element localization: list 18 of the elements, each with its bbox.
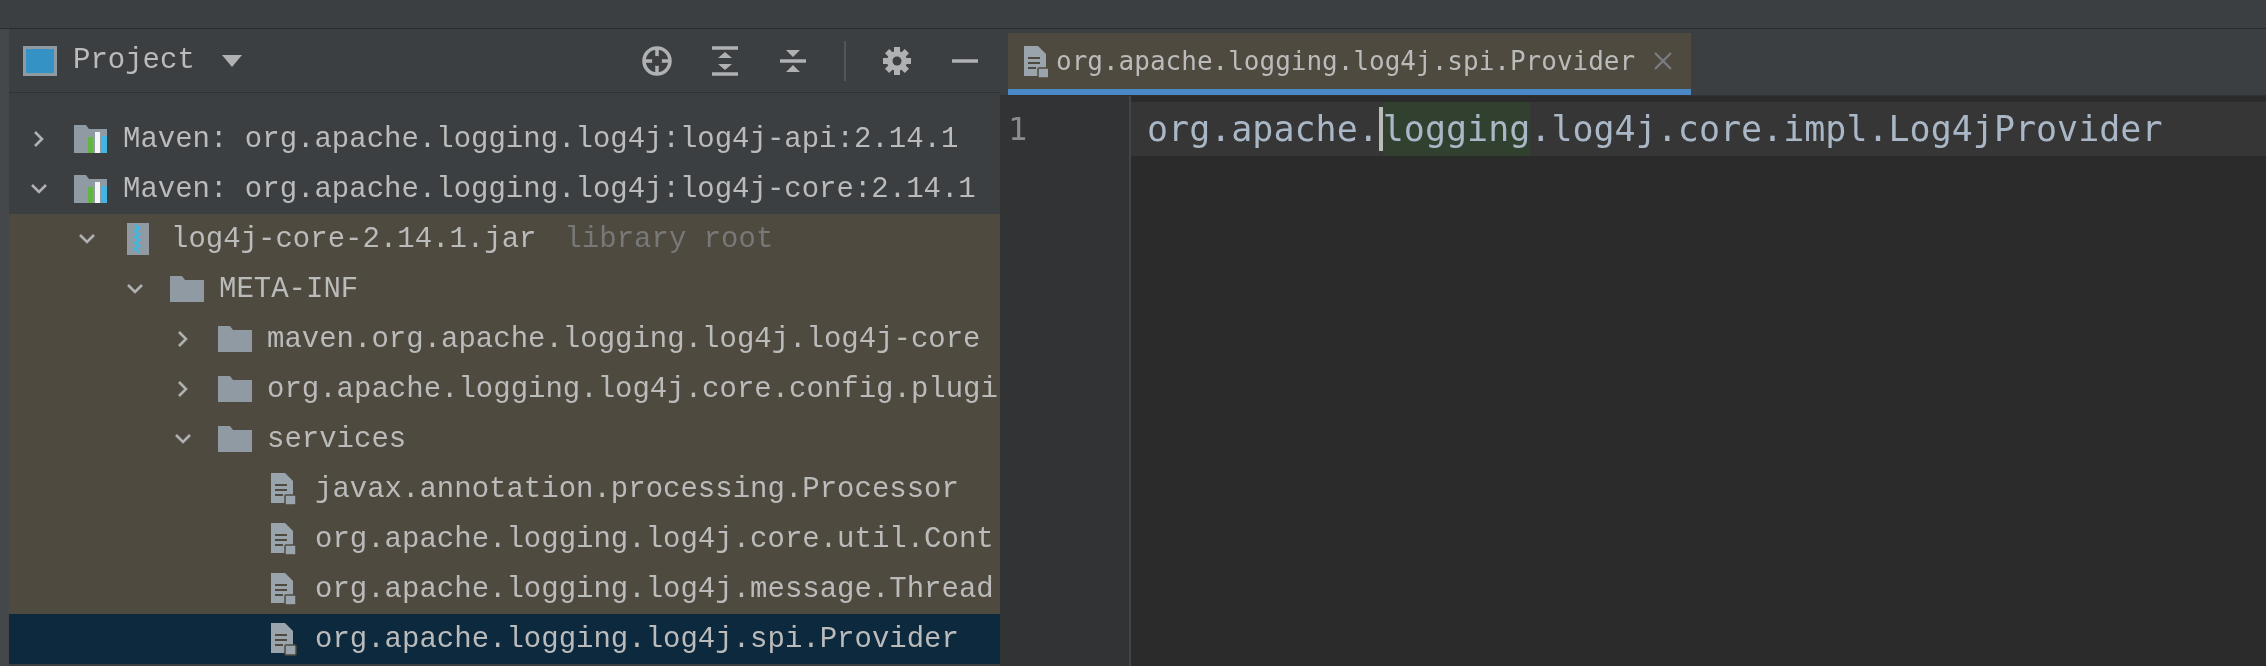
tree-item[interactable]: org.apache.logging.log4j.message.Thread <box>9 564 1000 614</box>
dropdown-caret-icon <box>220 53 243 68</box>
locate-icon[interactable] <box>640 43 674 78</box>
line-number: 1 <box>1007 109 1029 150</box>
tree-item[interactable]: log4j-core-2.14.1.jar library root <box>9 214 1000 264</box>
tree-item[interactable]: META-INF <box>9 264 1000 314</box>
tree-item[interactable]: Maven: org.apache.logging.log4j:log4j-core:2.14.1 <box>9 164 1000 214</box>
tree-item[interactable]: services <box>9 414 1000 464</box>
view-selector[interactable]: Project <box>9 44 243 77</box>
tree-item[interactable]: javax.annotation.processing.Processor <box>9 464 1000 514</box>
tree-item[interactable]: org.apache.logging.log4j.core.config.plugi <box>9 364 1000 414</box>
window-icon <box>23 45 57 76</box>
editor-tab[interactable]: org.apache.logging.log4j.spi.Provider <box>1008 33 1692 95</box>
library-root-hint: library root <box>564 222 774 256</box>
tree-item[interactable]: org.apache.logging.log4j.spi.Provider <box>9 614 1000 664</box>
tree-item[interactable]: Maven: org.apache.logging.log4j:log4j-api:2.14.1 <box>9 114 1000 164</box>
tree-item[interactable]: org.apache.logging.log4j.core.util.Cont <box>9 514 1000 564</box>
tree-item[interactable]: maven.org.apache.logging.log4j.log4j-core <box>9 314 1000 364</box>
